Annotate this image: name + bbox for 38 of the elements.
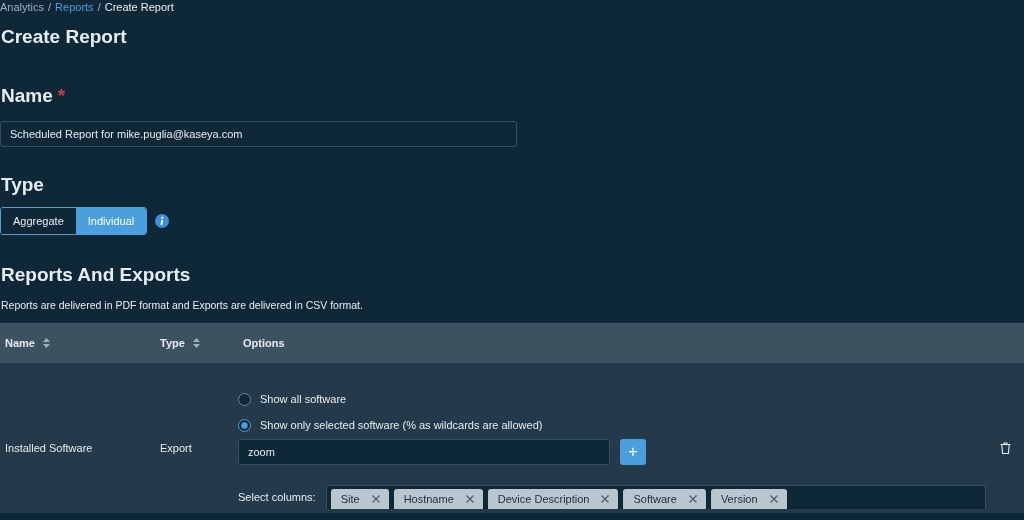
column-chip: Hostname <box>393 489 483 509</box>
radio-label: Show all software <box>260 393 347 405</box>
section-heading: Type <box>1 174 45 196</box>
breadcrumb-link[interactable]: Reports <box>55 1 94 15</box>
remove-icon[interactable] <box>769 495 778 503</box>
section-heading: Reports And Exports <box>1 264 192 286</box>
breadcrumb-item: Analytics <box>0 1 45 15</box>
remove-icon[interactable] <box>601 495 610 503</box>
remove-icon[interactable] <box>371 495 380 503</box>
radio-button[interactable] <box>238 418 251 432</box>
info-icon[interactable] <box>155 214 170 228</box>
column-chip: Version <box>710 489 787 509</box>
breadcrumb-separator: / <box>48 1 52 15</box>
name-field[interactable]: Scheduled Report for mike.puglia@kaseya.com <box>0 121 517 147</box>
column-chip: Site <box>330 489 389 509</box>
trash-icon[interactable] <box>1000 441 1012 454</box>
section-description: Reports are delivered in PDF format and Exports are delivered in CSV format. <box>1 299 364 313</box>
breadcrumb-item: Create Report <box>104 1 174 15</box>
column-header: Options <box>243 337 285 349</box>
radio-label: Show only selected software (% as wildcards are allowed) <box>260 419 543 431</box>
radio-button[interactable] <box>238 392 251 406</box>
remove-icon[interactable] <box>465 495 474 503</box>
column-select-field[interactable]: Site Hostname Device Description Software Version <box>325 485 986 509</box>
sort-icon[interactable] <box>192 338 200 348</box>
table-cell: Installed Software <box>5 441 93 454</box>
required-mark: * <box>57 85 66 107</box>
column-header[interactable]: Type <box>160 337 185 349</box>
sort-icon[interactable] <box>42 338 50 348</box>
table-cell: Export <box>160 441 192 454</box>
software-filter-field[interactable]: zoom <box>238 439 610 465</box>
breadcrumb-separator: / <box>97 1 101 15</box>
column-chip: Device Description <box>487 489 619 509</box>
page-title: Create Report <box>1 26 128 49</box>
remove-icon[interactable] <box>688 495 697 503</box>
column-header[interactable]: Name <box>5 337 35 349</box>
column-chip: Software <box>623 489 706 509</box>
field-label: Select columns: <box>238 491 316 503</box>
section-heading: Name <box>1 85 53 107</box>
